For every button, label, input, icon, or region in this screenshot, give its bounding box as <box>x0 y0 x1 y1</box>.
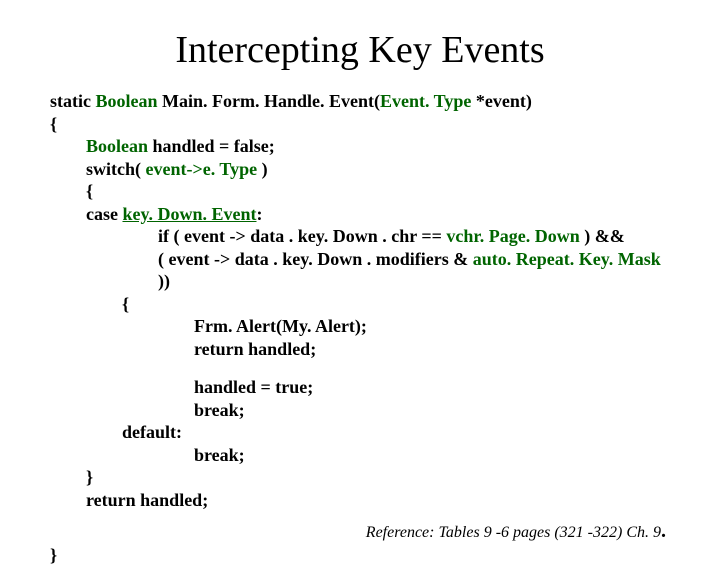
code-line: { <box>50 113 670 136</box>
blank-line <box>50 360 670 376</box>
code-line: if ( event -> data . key. Down . chr == … <box>50 225 670 248</box>
reference-note: Reference: Tables 9 -6 pages (321 -322) … <box>50 519 670 544</box>
code-line: } <box>50 544 670 567</box>
code-line: return handled; <box>50 338 670 361</box>
code-line: break; <box>50 399 670 422</box>
code-line: static Boolean Main. Form. Handle. Event… <box>50 90 670 113</box>
code-line: { <box>50 293 670 316</box>
code-line: switch( event->e. Type ) <box>50 158 670 181</box>
code-line: break; <box>50 444 670 467</box>
code-line: ( event -> data . key. Down . modifiers … <box>50 248 670 293</box>
slide-title: Intercepting Key Events <box>50 10 670 72</box>
code-line: handled = true; <box>50 376 670 399</box>
code-line: case key. Down. Event: <box>50 203 670 226</box>
code-line: Boolean handled = false; <box>50 135 670 158</box>
code-line: return handled; <box>50 489 670 512</box>
slide: Intercepting Key Events static Boolean M… <box>0 0 720 540</box>
code-line: } <box>50 466 670 489</box>
code-line: default: <box>50 421 670 444</box>
code-line: Frm. Alert(My. Alert); <box>50 315 670 338</box>
code-block: static Boolean Main. Form. Handle. Event… <box>50 90 670 567</box>
code-line: { <box>50 180 670 203</box>
